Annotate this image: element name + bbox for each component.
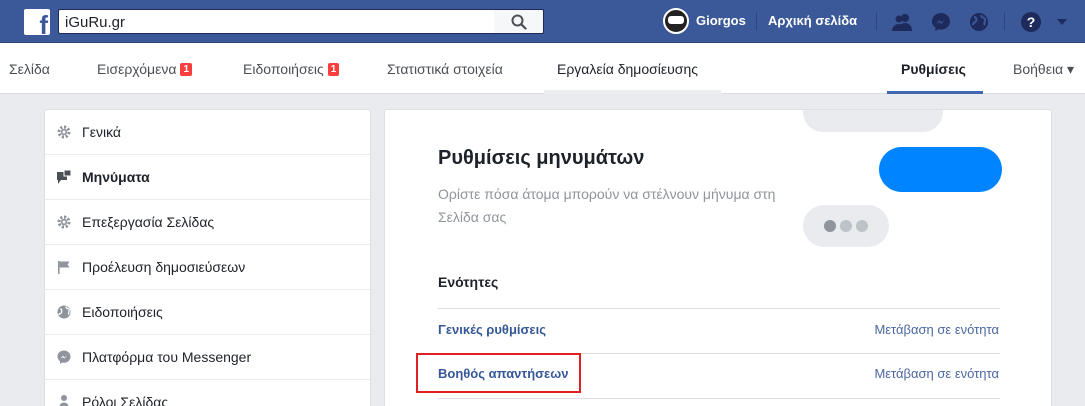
gear-icon <box>55 123 73 141</box>
sidebar-item-label: Επεξεργασία Σελίδας <box>82 214 215 230</box>
svg-text:?: ? <box>1027 14 1036 30</box>
sections-heading: Ενότητες <box>438 274 499 290</box>
tab-publishing-tools[interactable]: Εργαλεία δημοσίευσης <box>557 61 698 77</box>
person-icon <box>55 393 73 406</box>
sidebar-item-label: Ρόλοι Σελίδας <box>82 394 169 406</box>
sidebar-item-label: Πλατφόρμα του Messenger <box>82 349 252 365</box>
sidebar-item-edit-page[interactable]: Επεξεργασία Σελίδας <box>45 200 370 245</box>
globe-icon[interactable] <box>968 11 990 33</box>
sidebar-item-label: Προέλευση δημοσιεύσεων <box>82 259 246 275</box>
sidebar-item-label: Μηνύματα <box>82 169 150 185</box>
decorative-chat-bubble <box>879 147 1002 192</box>
sidebar-item-page-roles[interactable]: Ρόλοι Σελίδας <box>45 380 370 406</box>
messages-icon <box>55 168 73 186</box>
messenger-icon <box>55 348 73 366</box>
caret-down-icon[interactable] <box>1055 15 1069 29</box>
tab-hover-bg <box>544 90 721 94</box>
top-bar: f iGuRu.gr Giorgos Αρχική σελίδα ? <box>0 0 1085 43</box>
notifications-badge: 1 <box>327 63 340 76</box>
settings-sidebar: Γενικά Μηνύματα Επεξεργασία Σελίδας Προέ… <box>44 109 371 406</box>
section-link-general-settings[interactable]: Γενικές ρυθμίσεις <box>438 322 546 337</box>
gear-icon <box>55 213 73 231</box>
go-to-section-link[interactable]: Μετάβαση σε ενότητα <box>874 366 999 381</box>
globe-icon <box>55 303 73 321</box>
friends-icon[interactable] <box>891 11 913 33</box>
avatar[interactable] <box>663 8 689 34</box>
active-tab-indicator <box>887 91 983 94</box>
home-link[interactable]: Αρχική σελίδα <box>768 13 857 28</box>
page-nav: Σελίδα Εισερχόμενα 1 Ειδοποιήσεις 1 Στατισ… <box>0 43 1085 94</box>
sidebar-item-label: Ειδοποιήσεις <box>82 304 163 320</box>
sidebar-item-messaging[interactable]: Μηνύματα <box>45 155 370 200</box>
divider <box>756 12 757 30</box>
tab-notifications[interactable]: Ειδοποιήσεις 1 <box>243 61 340 77</box>
tab-inbox[interactable]: Εισερχόμενα 1 <box>97 61 193 77</box>
go-to-section-link[interactable]: Μετάβαση σε ενότητα <box>874 322 999 337</box>
divider <box>438 398 1000 399</box>
tab-settings[interactable]: Ρυθμίσεις <box>901 61 966 77</box>
flag-icon <box>55 258 73 276</box>
search-icon <box>511 14 527 30</box>
divider <box>438 308 1000 309</box>
search-button[interactable] <box>494 9 544 34</box>
sidebar-item-notifications[interactable]: Ειδοποιήσεις <box>45 290 370 335</box>
decorative-chat-bubble <box>803 110 943 132</box>
tab-insights[interactable]: Στατιστικά στοιχεία <box>387 61 503 77</box>
divider <box>1004 12 1005 30</box>
tab-page[interactable]: Σελίδα <box>9 61 50 77</box>
sidebar-item-label: Γενικά <box>82 124 121 140</box>
page-description: Ορίστε πόσα άτομα μπορούν να στέλνουν μή… <box>438 186 776 225</box>
inbox-badge: 1 <box>180 63 193 76</box>
sidebar-item-messenger-platform[interactable]: Πλατφόρμα του Messenger <box>45 335 370 380</box>
sidebar-item-general[interactable]: Γενικά <box>45 110 370 155</box>
divider <box>876 12 877 30</box>
help-icon[interactable]: ? <box>1020 11 1042 33</box>
sidebar-item-post-attribution[interactable]: Προέλευση δημοσιεύσεων <box>45 245 370 290</box>
tab-help[interactable]: Βοήθεια ▾ <box>1013 61 1074 78</box>
page-title: Ρυθμίσεις μηνυμάτων <box>438 147 645 169</box>
highlight-box <box>416 353 581 393</box>
facebook-logo[interactable]: f <box>24 9 50 35</box>
messenger-icon[interactable] <box>930 11 952 33</box>
user-name-link[interactable]: Giorgos <box>696 13 746 28</box>
search-input[interactable]: iGuRu.gr <box>58 9 494 34</box>
